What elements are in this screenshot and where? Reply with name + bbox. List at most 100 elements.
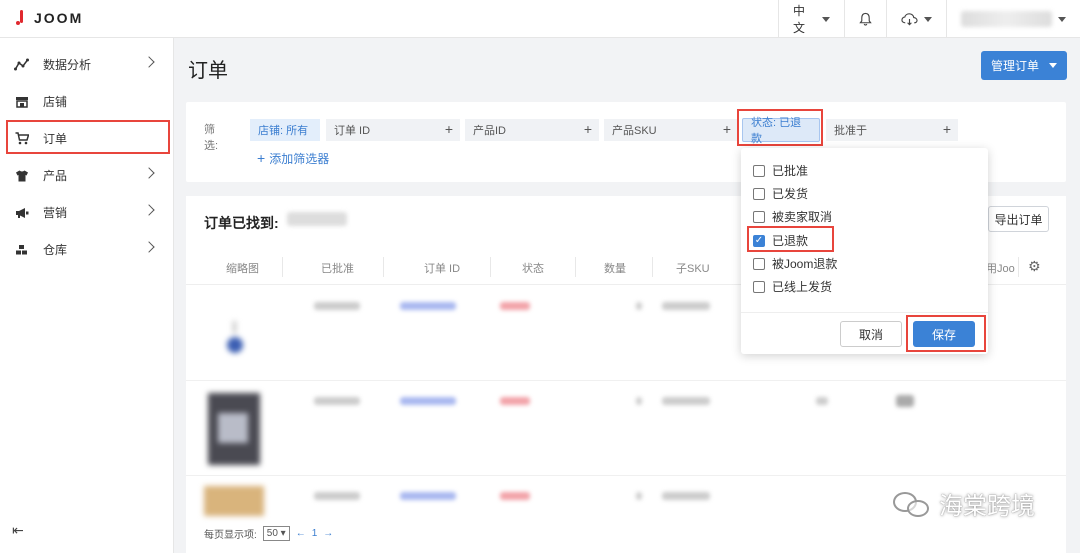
cancel-button[interactable]: 取消 [840,321,902,347]
column-header[interactable]: 数量 [604,260,626,276]
next-page-icon[interactable]: → [323,528,333,539]
collapse-left-icon[interactable]: ⇤ [12,522,24,539]
joom-logo-icon [16,10,26,26]
column-header[interactable]: 用Joo [986,260,1015,276]
sidebar-item-products[interactable]: 产品 [0,157,173,194]
filter-label: 筛选: [204,124,219,152]
prev-page-icon[interactable]: ← [296,528,306,539]
filter-chip-store[interactable]: 店铺: 所有 [250,119,320,141]
notification-button[interactable] [844,0,886,38]
sidebar-item-marketing[interactable]: 营销 [0,194,173,231]
language-label: 中文 [793,4,806,35]
store-icon [14,94,29,109]
status-option-approved[interactable]: 已批准 [753,162,808,179]
add-filter-label: 添加筛选器 [269,152,330,166]
cancel-label: 取消 [858,327,883,342]
checkbox[interactable] [753,257,765,270]
wechat-icon [893,490,931,518]
orders-count-blurred [287,212,347,226]
filter-chip-label: 订单 ID [334,125,371,137]
sidebar: 数据分析 店铺 订单 产品 营销 仓库 ⇤ [0,38,174,553]
product-thumbnail [204,486,264,516]
highlight-box [906,315,986,352]
watermark-text: 海棠跨境 [939,493,1035,520]
language-selector[interactable]: 中文 [778,0,844,38]
cloud-menu[interactable] [886,0,946,38]
chevron-down-icon [1049,63,1057,68]
plus-icon: + [942,121,951,137]
highlight-box [6,120,170,154]
divider [741,312,988,313]
chevron-right-icon [143,167,155,179]
sidebar-item-orders[interactable]: 订单 [0,120,173,157]
checkbox[interactable] [753,280,765,293]
manage-orders-button[interactable]: 管理订单 [981,51,1067,80]
highlight-box [747,226,834,252]
product-thumbnail [204,393,264,465]
warehouse-icon [14,242,29,257]
column-header[interactable]: 已批准 [321,260,354,276]
plus-icon: + [444,121,453,137]
filter-chip-label: 产品ID [473,125,506,137]
current-page[interactable]: 1 [312,528,318,539]
top-bar: JOOM 中文 [0,0,1080,38]
per-page-select[interactable]: 50 ▾ [262,526,290,541]
chevron-right-icon [143,204,155,216]
filter-chip-label: 产品SKU [612,125,657,137]
chevron-down-icon [1058,16,1066,22]
column-header[interactable]: 缩略图 [226,260,259,276]
checkbox[interactable] [753,187,765,200]
analytics-icon [14,57,29,72]
column-header[interactable]: 子SKU [676,260,710,276]
user-menu[interactable] [946,0,1080,38]
highlight-box [737,109,823,146]
add-filter-button[interactable]: + 添加筛选器 [257,150,329,167]
filter-chip-approved-at[interactable]: 批准于 + [826,119,958,141]
sidebar-item-label: 数据分析 [43,58,92,72]
sidebar-item-store[interactable]: 店铺 [0,83,173,120]
manage-orders-label: 管理订单 [990,59,1039,73]
status-option-refunded-by-joom[interactable]: 被Joom退款 [753,255,837,272]
watermark: 海棠跨境 [893,486,1035,521]
sidebar-item-warehouse[interactable]: 仓库 [0,231,173,268]
checkbox[interactable] [753,164,765,177]
filter-chip-order-id[interactable]: 订单 ID + [326,119,460,141]
chevron-right-icon [143,56,155,68]
export-orders-label: 导出订单 [994,212,1043,227]
status-option-shipped[interactable]: 已发货 [753,185,808,202]
sidebar-item-analytics[interactable]: 数据分析 [0,46,173,83]
status-option-cancelled-by-seller[interactable]: 被卖家取消 [753,208,832,225]
brand-name: JOOM [34,10,84,26]
page-title: 订单 [188,60,228,82]
table-row[interactable] [186,381,1066,476]
checkbox[interactable] [753,210,765,223]
user-name-blurred [961,11,1052,27]
plus-icon: + [257,150,266,166]
sidebar-item-label: 产品 [43,169,68,183]
chevron-down-icon [822,16,830,22]
orders-found-title: 订单已找到: [204,215,279,231]
status-option-shipped-online[interactable]: 已线上发货 [753,278,832,295]
option-label: 已批准 [772,164,809,178]
megaphone-icon [14,205,29,220]
chevron-down-icon [924,16,932,22]
option-label: 被Joom退款 [772,257,838,271]
option-label: 已发货 [772,187,809,201]
filter-chip-label: 批准于 [834,125,867,137]
shirt-icon [14,168,29,183]
plus-icon: + [722,121,731,137]
plus-icon: + [583,121,592,137]
joom-logo[interactable]: JOOM [16,10,83,26]
filter-chip-product-id[interactable]: 产品ID + [465,119,599,141]
product-thumbnail [224,321,246,355]
export-orders-button[interactable]: 导出订单 [988,206,1049,232]
filter-chip-label: 店铺: 所有 [258,125,309,137]
option-label: 被卖家取消 [772,210,833,224]
per-page-label: 每页显示项: [204,530,257,541]
gear-icon[interactable]: ⚙ [1028,258,1041,275]
option-label: 已线上发货 [772,280,833,294]
filter-chip-product-sku[interactable]: 产品SKU + [604,119,738,141]
column-header[interactable]: 订单 ID [424,260,460,276]
cloud-download-icon [901,13,918,26]
column-header[interactable]: 状态 [522,260,544,276]
